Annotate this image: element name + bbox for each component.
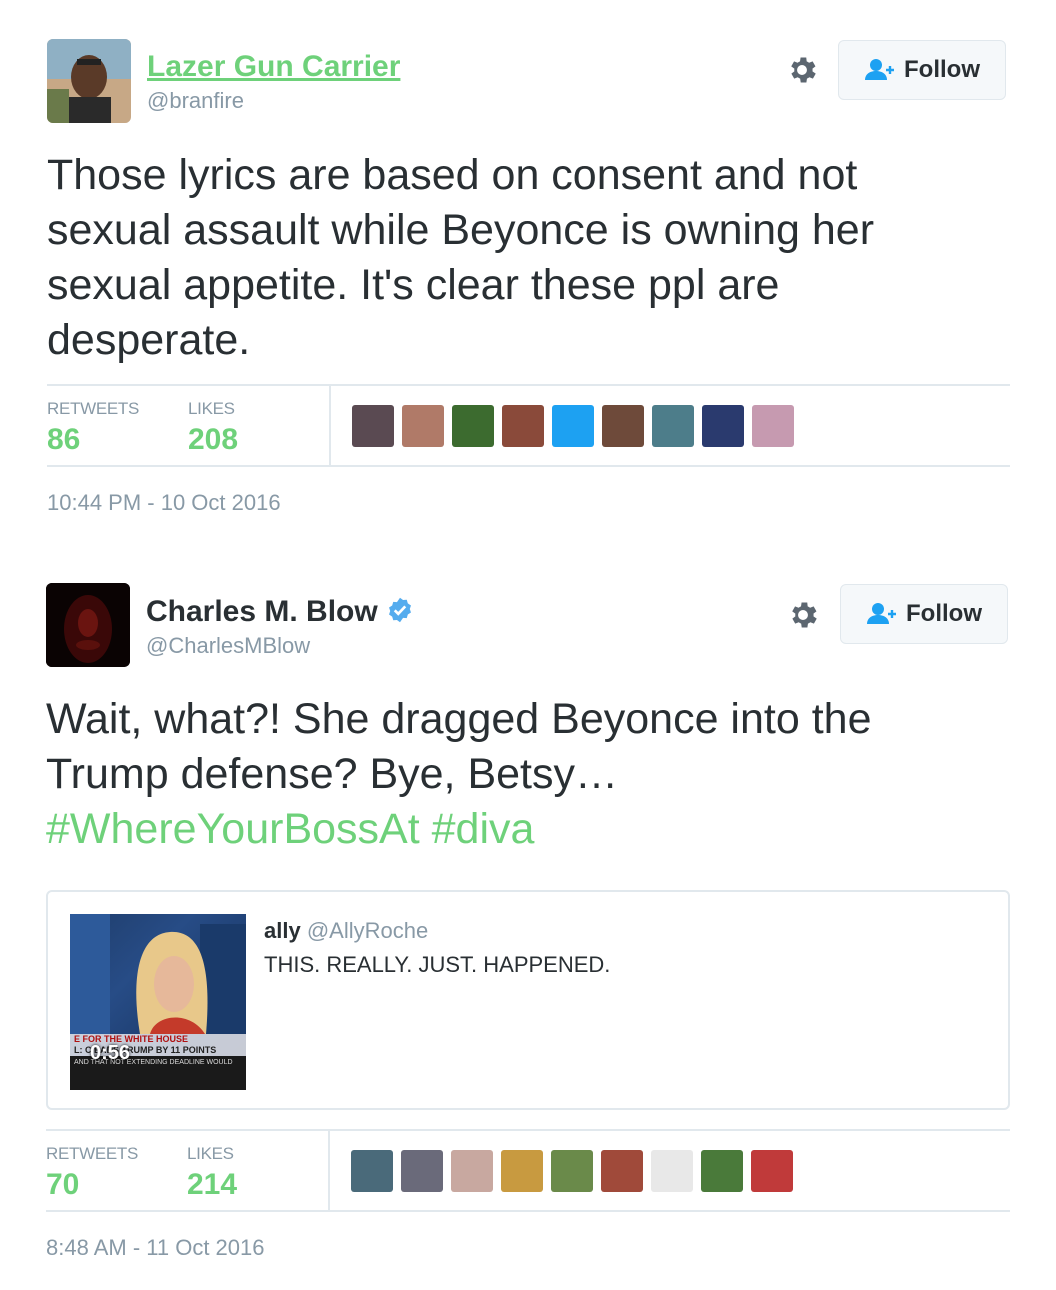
liker-avatar[interactable] [651,1150,693,1192]
liker-avatar[interactable] [352,405,394,447]
avatar-image [47,39,131,123]
timestamp[interactable]: 8:48 AM - 11 Oct 2016 [46,1235,265,1261]
add-user-icon [867,603,896,624]
liker-avatar[interactable] [452,405,494,447]
tweet-text-line: desperate. [47,316,251,364]
video-frame [70,914,246,1034]
retweets-label: RETWEETS [46,1144,139,1163]
liker-avatar[interactable] [552,405,594,447]
liker-avatar[interactable] [751,1150,793,1192]
video-duration: 0:56 [90,1042,131,1064]
user-handle[interactable]: @branfire [147,88,244,114]
divider [46,1129,1010,1131]
tweet-text-line: sexual appetite. It's clear these ppl ar… [47,261,780,309]
likes-label: LIKES [187,1144,234,1163]
gear-icon[interactable] [786,598,820,632]
chyron-main: L: C EADS TRUMP BY 11 POINTS [74,1045,217,1055]
liker-avatar[interactable] [351,1150,393,1192]
follow-label: Follow [906,600,982,627]
add-user-icon [865,59,894,80]
liker-avatar[interactable] [701,1150,743,1192]
video-chyron-sub: AND THAT NOT EXTENDING DEADLINE WOULD [70,1056,246,1090]
liker-avatar[interactable] [702,405,744,447]
follow-button[interactable]: Follow [838,40,1006,100]
liker-avatar[interactable] [652,405,694,447]
user-handle[interactable]: @CharlesMBlow [146,633,310,659]
quoted-name: ally [264,918,301,943]
liker-avatars [352,405,794,447]
liker-avatar[interactable] [402,405,444,447]
follow-label: Follow [904,56,980,83]
tweet-text-line: sexual assault while Beyonce is owning h… [47,206,875,254]
likes-label: LIKES [188,399,235,418]
verified-badge-icon [389,597,412,623]
liker-avatars [351,1150,793,1192]
avatar[interactable] [46,583,130,667]
retweets-count[interactable]: 70 [46,1168,79,1202]
divider [329,386,331,466]
liker-avatar[interactable] [451,1150,493,1192]
follow-button[interactable]: Follow [840,584,1008,644]
quoted-text: THIS. REALLY. JUST. HAPPENED. [264,952,611,977]
tweet-text-line: Trump defense? Bye, Betsy… [46,750,618,798]
quoted-author[interactable]: ally @AllyRoche [264,918,428,944]
liker-avatar[interactable] [601,1150,643,1192]
quoted-handle: @AllyRoche [306,918,429,943]
tweet-1: Lazer Gun Carrier @branfire Follow Those… [0,0,1056,540]
divider [47,465,1010,467]
video-chyron: E FOR THE WHITE HOUSE L: C EADS TRUMP BY… [70,1034,246,1056]
divider [47,384,1010,386]
display-name[interactable]: Lazer Gun Carrier [147,50,400,84]
avatar-image [46,583,130,667]
divider [46,1210,1010,1212]
likes-count[interactable]: 214 [187,1168,237,1202]
timestamp[interactable]: 10:44 PM - 10 Oct 2016 [47,490,281,516]
quoted-tweet-card[interactable]: E FOR THE WHITE HOUSE L: C EADS TRUMP BY… [46,890,1010,1110]
tweet-text-line: Wait, what?! She dragged Beyonce into th… [46,695,872,743]
liker-avatar[interactable] [401,1150,443,1192]
divider [328,1131,330,1211]
liker-avatar[interactable] [501,1150,543,1192]
tweet-text-line: Those lyrics are based on consent and no… [47,151,858,199]
hashtags[interactable]: #WhereYourBossAt #diva [46,802,534,857]
liker-avatar[interactable] [551,1150,593,1192]
gear-icon[interactable] [785,53,819,87]
chyron-top: E FOR THE WHITE HOUSE [74,1034,189,1044]
liker-avatar[interactable] [602,405,644,447]
likes-count[interactable]: 208 [188,423,238,457]
avatar[interactable] [47,39,131,123]
liker-avatar[interactable] [502,405,544,447]
liker-avatar[interactable] [752,405,794,447]
retweets-count[interactable]: 86 [47,423,80,457]
display-name[interactable]: Charles M. Blow [146,595,414,629]
display-name-text: Charles M. Blow [146,595,378,628]
video-thumbnail[interactable]: E FOR THE WHITE HOUSE L: C EADS TRUMP BY… [70,914,246,1090]
retweets-label: RETWEETS [47,399,140,418]
